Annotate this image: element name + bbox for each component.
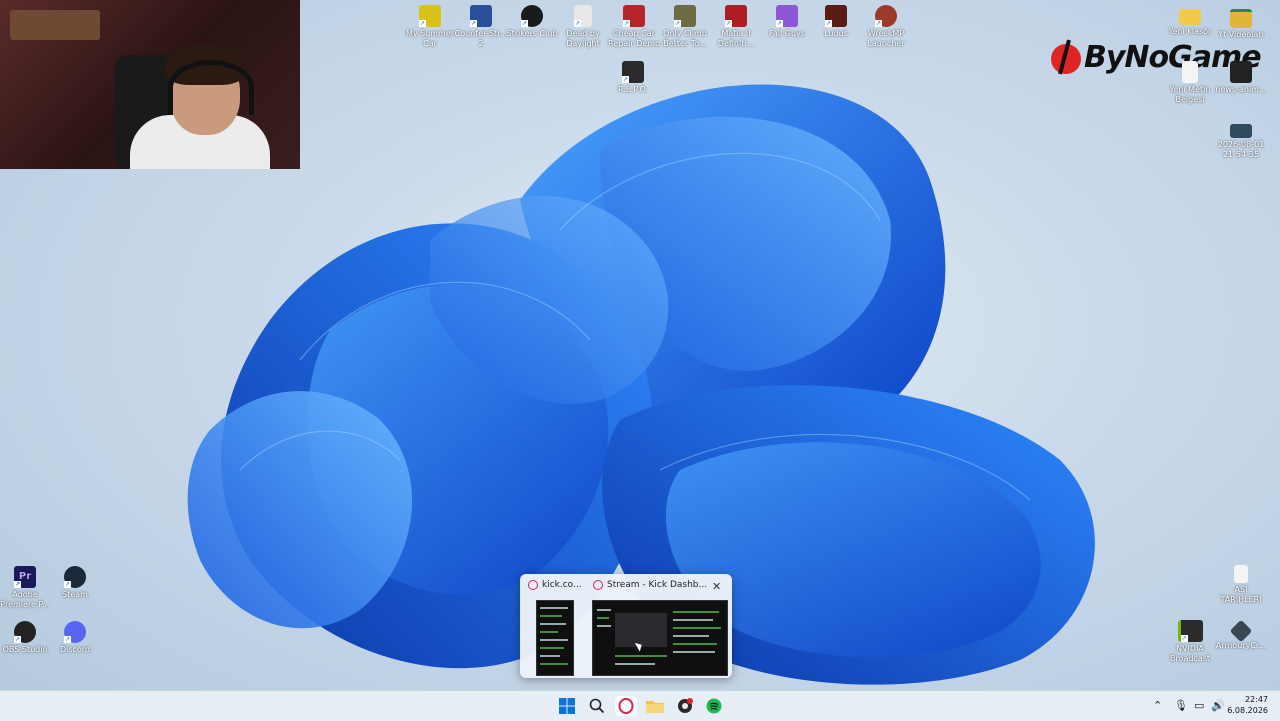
file-explorer-icon[interactable]: [644, 696, 666, 716]
bynogame-logo-icon: [1051, 39, 1081, 75]
wreckmp-icon: ↗: [875, 5, 897, 27]
clock-date: 6.08.2026: [1227, 706, 1268, 715]
folder-icon: [1179, 9, 1201, 25]
desktop-icon-fall-guys[interactable]: ↗ Fall Guys: [760, 5, 814, 39]
desktop-icon-mafia-ii[interactable]: ↗ Mafia II Definiti...: [709, 5, 763, 49]
icon-label: AŞI TARİHLERİ: [1220, 585, 1262, 604]
cheap-car-repair-icon: ↗: [623, 5, 645, 27]
icon-label: 2026-08-01 21-54-35: [1217, 140, 1265, 159]
text-file-icon: [1182, 61, 1198, 83]
network-icon[interactable]: ▭: [1194, 699, 1204, 712]
preview-tab-stream-dashboard[interactable]: Stream - Kick Dashb...: [593, 580, 707, 590]
icon-label: Ludus: [824, 29, 848, 38]
shelf: [10, 10, 100, 40]
icon-label: news-anim...: [1215, 85, 1267, 94]
icon-label: Adobe Premiere P...: [0, 590, 50, 609]
dashboard-video-pane: [615, 613, 667, 647]
icon-label: ArmouryCr...: [1215, 641, 1267, 650]
folder-icon: [1230, 9, 1252, 28]
ludus-icon: ↗: [825, 5, 847, 27]
desktop-icon-ludus[interactable]: ↗ Ludus: [809, 5, 863, 39]
chevron-up-icon[interactable]: ⌃: [1153, 699, 1162, 712]
desktop-icon-only-climb[interactable]: ↗ Only Climb Better To...: [658, 5, 712, 49]
my-summer-car-icon: ↗: [419, 5, 441, 27]
desktop-icon-recording[interactable]: 2026-08-01 21-54-35: [1214, 120, 1268, 160]
opera-icon: [528, 580, 538, 590]
icon-label: Strikers Club: [506, 29, 558, 38]
icon-label: Mafia II Definiti...: [717, 29, 755, 48]
desktop-icon-yeni-metin-belgesi[interactable]: Yeni Metin Belgesi: [1163, 61, 1217, 105]
desktop-icon-cheap-car-repair[interactable]: ↗ Cheap Car Repair Demo: [607, 5, 661, 49]
armoury-crate-icon: [1229, 619, 1253, 643]
icon-label: Dead by Daylight: [566, 29, 600, 48]
icon-label: Discord: [59, 645, 91, 654]
video-file-icon: [1230, 61, 1252, 83]
fall-guys-icon: ↗: [776, 5, 798, 27]
desktop-icon-news-anim[interactable]: news-anim...: [1214, 61, 1268, 95]
only-climb-icon: ↗: [674, 5, 696, 27]
counter-strike-icon: ↗: [470, 5, 492, 27]
opera-gx-taskbar-icon[interactable]: [615, 696, 637, 716]
steam-icon: ↗: [64, 566, 86, 588]
search-icon[interactable]: [586, 696, 608, 716]
text-file-icon: [1234, 565, 1248, 583]
desktop-icon-nvidia-broadcast[interactable]: ↗ NVIDIA Broadcast: [1163, 620, 1217, 664]
preview-thumbnail-kick[interactable]: [536, 600, 574, 676]
icon-label: Steam: [62, 590, 88, 599]
nvidia-broadcast-icon: ↗: [1177, 620, 1203, 642]
discord-icon: ↗: [64, 621, 86, 643]
webcam-overlay: [0, 0, 300, 169]
desktop-icon-discord[interactable]: ↗ Discord: [48, 621, 102, 655]
desktop-icon-wreckmp[interactable]: ↗ WreckMP Launcher: [859, 5, 913, 49]
repo-icon: ↗: [622, 61, 644, 83]
icon-label: Yeni klasör: [1168, 27, 1212, 36]
obs-taskbar-icon[interactable]: [674, 696, 696, 716]
headset-icon: [168, 60, 254, 115]
taskbar: ⌃ 🎙 ▭ 🔊 22:47 6.08.2026: [0, 690, 1280, 721]
preview-thumbnail-stream-dashboard[interactable]: [592, 600, 728, 676]
desktop-icon-yt-videolari[interactable]: Yt Videoları: [1214, 5, 1268, 40]
desktop-icon-steam[interactable]: ↗ Steam: [48, 566, 102, 600]
preview-tab-label: kick.co...: [542, 580, 582, 590]
taskbar-window-preview: kick.co... Stream - Kick Dashb... ✕: [520, 574, 732, 678]
icon-label: NVIDIA Broadcast: [1169, 644, 1211, 663]
strikers-club-icon: ↗: [521, 5, 543, 27]
microphone-icon[interactable]: 🎙: [1174, 699, 1188, 712]
dead-by-daylight-icon: ↗: [574, 5, 592, 27]
desktop-icon-armoury-crate[interactable]: ArmouryCr...: [1214, 619, 1268, 651]
close-icon[interactable]: ✕: [712, 580, 721, 593]
opera-icon: [593, 580, 603, 590]
volume-icon[interactable]: 🔊: [1211, 699, 1225, 712]
mafia-ii-icon: ↗: [725, 5, 747, 27]
desktop-icon-asi-tarihleri[interactable]: AŞI TARİHLERİ: [1214, 565, 1268, 605]
icon-label: OBS Studio: [2, 645, 48, 654]
preview-tab-kick[interactable]: kick.co...: [528, 580, 582, 590]
desktop-icon-premiere[interactable]: Pr ↗ Adobe Premiere P...: [0, 566, 52, 610]
icon-label: Yeni Metin Belgesi: [1169, 85, 1211, 104]
icon-label: My Summer Car: [405, 29, 455, 48]
desktop-icon-counter-strike[interactable]: ↗ Counter-Str... 2: [454, 5, 508, 49]
windows-start-icon[interactable]: [556, 696, 578, 716]
icon-label: Only Climb Better To...: [663, 29, 707, 48]
spotify-icon[interactable]: [703, 696, 725, 716]
desktop-icon-strikers-club[interactable]: ↗ Strikers Club: [505, 5, 559, 39]
icon-label: WreckMP Launcher: [867, 29, 905, 48]
video-file-icon: [1230, 124, 1252, 138]
icon-label: R.E.P.O.: [617, 85, 649, 94]
preview-tab-label: Stream - Kick Dashb...: [607, 580, 708, 590]
desktop-icon-my-summer-car[interactable]: ↗ My Summer Car: [403, 5, 457, 49]
icon-label: Yt Videoları: [1218, 30, 1264, 39]
icon-label: Cheap Car Repair Demo: [608, 29, 660, 48]
desktop-icon-dead-by-daylight[interactable]: ↗ Dead by Daylight: [556, 5, 610, 49]
icon-label: Counter-Str... 2: [454, 29, 508, 48]
desktop-icon-repo[interactable]: ↗ R.E.P.O.: [606, 61, 660, 95]
system-clock[interactable]: 22:47 6.08.2026: [1227, 694, 1268, 716]
desktop-icon-yeni-klasor[interactable]: Yeni klasör: [1163, 5, 1217, 37]
clock-time: 22:47: [1244, 695, 1268, 704]
premiere-pro-icon: Pr ↗: [14, 566, 36, 588]
desktop-icon-obs[interactable]: ↗ OBS Studio: [0, 621, 52, 655]
icon-label: Fall Guys: [769, 29, 805, 38]
obs-studio-icon: ↗: [14, 621, 36, 643]
